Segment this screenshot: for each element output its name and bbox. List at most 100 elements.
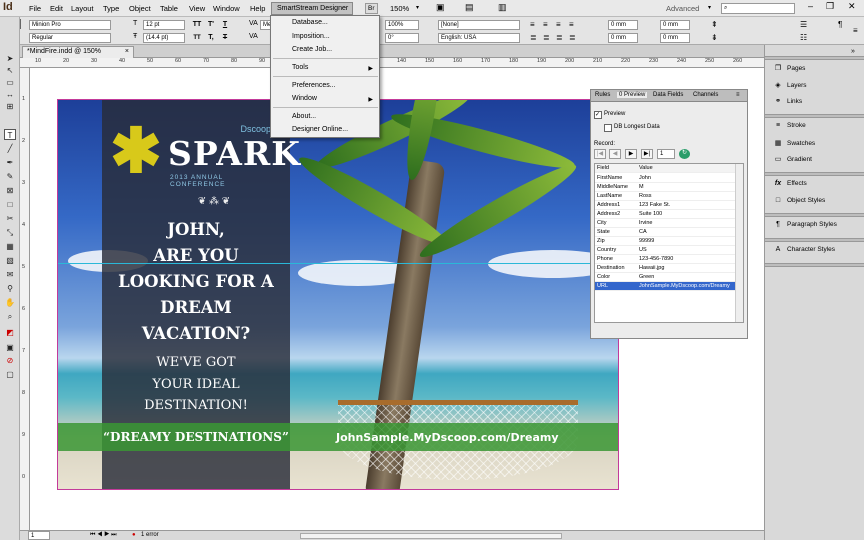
- tab-channels[interactable]: Channels: [693, 92, 718, 98]
- panel-effects[interactable]: fx Effects: [773, 180, 807, 192]
- menu-item-create-job[interactable]: Create Job...: [292, 46, 332, 53]
- pen-tool-icon[interactable]: ✒: [4, 157, 16, 168]
- panel-links[interactable]: ⚭ Links: [773, 97, 802, 109]
- strikethrough-button[interactable]: T: [220, 33, 230, 43]
- menu-item-preferences[interactable]: Preferences...: [292, 82, 336, 89]
- left-indent-field[interactable]: 0 mm: [608, 20, 638, 30]
- justify-center-icon[interactable]: ≣: [543, 33, 550, 42]
- menu-item-window[interactable]: Window: [292, 95, 317, 102]
- gap-tool-icon[interactable]: ↔: [4, 89, 16, 100]
- table-row[interactable]: Country US: [595, 246, 735, 255]
- menu-window[interactable]: Window: [213, 4, 240, 13]
- table-scrollbar[interactable]: [735, 164, 743, 322]
- table-row[interactable]: Color Green: [595, 273, 735, 282]
- tab-preview[interactable]: 0 Preview: [617, 92, 648, 98]
- table-row[interactable]: LastName Ross: [595, 192, 735, 201]
- close-icon[interactable]: ✕: [848, 1, 856, 12]
- rectangle-frame-tool-icon[interactable]: ⊠: [4, 185, 16, 196]
- close-tab-icon[interactable]: ×: [125, 48, 129, 55]
- page-spread[interactable]: ✱ Dscoop8 SPARK 2013 ANNUAL CONFERENCE ❦…: [57, 99, 619, 490]
- panel-gradient[interactable]: ▭ Gradient: [773, 155, 812, 167]
- eyedropper-tool-icon[interactable]: ⚲: [4, 283, 16, 294]
- space-after-icon[interactable]: ⇟: [711, 33, 718, 42]
- horizontal-scrollbar[interactable]: [300, 533, 562, 539]
- panel-stroke[interactable]: ≡ Stroke: [773, 122, 806, 134]
- menu-file[interactable]: File: [29, 4, 41, 13]
- menu-view[interactable]: View: [189, 4, 205, 13]
- type-tool-icon[interactable]: T: [4, 129, 16, 140]
- menu-edit[interactable]: Edit: [50, 4, 63, 13]
- justify-right-icon[interactable]: ≣: [556, 33, 563, 42]
- last-line-indent-field[interactable]: 0 mm: [660, 33, 690, 43]
- first-line-indent-field[interactable]: 0 mm: [608, 33, 638, 43]
- panel-object-styles[interactable]: □ Object Styles: [773, 197, 825, 209]
- table-row[interactable]: Phone 123-456-7890: [595, 255, 735, 264]
- character-style-field[interactable]: [None]: [438, 20, 520, 30]
- previous-record-icon[interactable]: ◀: [609, 149, 621, 159]
- vertical-ruler[interactable]: 1 2 3 4 5 6 7 8 9 0: [20, 68, 30, 530]
- minimize-icon[interactable]: –: [808, 1, 813, 11]
- arrange-documents-icon[interactable]: ▥: [498, 2, 507, 13]
- longest-data-checkbox[interactable]: [604, 124, 612, 132]
- content-collector-icon[interactable]: ⊞: [4, 101, 16, 112]
- menu-item-database[interactable]: Database...: [292, 19, 328, 26]
- menu-smartstream-designer[interactable]: SmartStream Designer: [271, 2, 353, 15]
- horizontal-ruler[interactable]: 10 20 30 40 50 60 70 80 90 100 110 120 1…: [20, 58, 764, 68]
- last-record-icon[interactable]: ▶|: [641, 149, 653, 159]
- panel-menu-icon[interactable]: ≡: [853, 26, 858, 35]
- search-input[interactable]: ⌕: [721, 3, 795, 14]
- tagline-text[interactable]: “DREAMY DESTINATIONS”: [102, 430, 290, 444]
- small-caps-button[interactable]: TT: [192, 33, 202, 43]
- line-tool-icon[interactable]: ╱: [4, 143, 16, 154]
- font-style-field[interactable]: Regular: [29, 33, 111, 43]
- refresh-icon[interactable]: ↻: [679, 149, 690, 159]
- page-number-field[interactable]: 1: [28, 531, 50, 540]
- menu-item-designer-online[interactable]: Designer Online...: [292, 126, 348, 133]
- subhead-text-frame[interactable]: WE'VE GOT YOUR IDEAL DESTINATION!: [102, 352, 290, 417]
- preview-checkbox[interactable]: ✓: [594, 111, 602, 119]
- horizontal-scale-field[interactable]: 100%: [385, 20, 419, 30]
- view-options-icon[interactable]: ▣: [436, 2, 445, 13]
- collapse-dock-icon[interactable]: »: [851, 48, 855, 55]
- numbering-icon[interactable]: ☷: [800, 33, 807, 42]
- next-record-icon[interactable]: ▶: [625, 149, 637, 159]
- table-row[interactable]: MiddleName M: [595, 183, 735, 192]
- hand-tool-icon[interactable]: ✋: [4, 297, 16, 308]
- menu-item-tools[interactable]: Tools: [292, 64, 308, 71]
- menu-item-imposition[interactable]: Imposition...: [292, 33, 330, 40]
- menu-object[interactable]: Object: [129, 4, 151, 13]
- table-row-selected[interactable]: URL JohnSample.MyDscoop.com/Dreamy: [595, 282, 735, 291]
- rectangle-tool-icon[interactable]: □: [4, 199, 16, 210]
- justify-all-icon[interactable]: ≣: [569, 33, 576, 42]
- gradient-swatch-tool-icon[interactable]: ▦: [4, 241, 16, 252]
- headline-text-frame[interactable]: JOHN, ARE YOU LOOKING FOR A DREAM VACATI…: [102, 217, 290, 347]
- note-tool-icon[interactable]: ✉: [4, 269, 16, 280]
- superscript-button[interactable]: T': [206, 20, 216, 30]
- skew-field[interactable]: 0°: [385, 33, 419, 43]
- font-family-field[interactable]: Minion Pro: [29, 20, 111, 30]
- first-record-icon[interactable]: |◀: [594, 149, 606, 159]
- error-count[interactable]: 1 error: [141, 532, 159, 538]
- panel-paragraph-styles[interactable]: ¶ Paragraph Styles: [773, 221, 837, 233]
- chevron-down-icon[interactable]: ▾: [416, 4, 419, 11]
- screen-mode-icon[interactable]: ▤: [465, 2, 474, 13]
- table-row[interactable]: Destination Hawaii.jpg: [595, 264, 735, 273]
- pencil-tool-icon[interactable]: ✎: [4, 171, 16, 182]
- scissors-tool-icon[interactable]: ✂: [4, 213, 16, 224]
- tab-data-fields[interactable]: Data Fields: [653, 92, 683, 98]
- underline-button[interactable]: T: [220, 20, 230, 30]
- menu-item-about[interactable]: About...: [292, 113, 316, 120]
- menu-table[interactable]: Table: [160, 4, 178, 13]
- subscript-button[interactable]: T,: [206, 33, 216, 43]
- spark-logo[interactable]: ✱ Dscoop8 SPARK 2013 ANNUAL CONFERENCE: [110, 120, 300, 190]
- table-row[interactable]: Address2 Suite 100: [595, 210, 735, 219]
- language-field[interactable]: English: USA: [438, 33, 520, 43]
- leading-field[interactable]: (14.4 pt): [143, 33, 185, 43]
- align-left-icon[interactable]: ≡: [530, 20, 535, 29]
- tab-rules[interactable]: Rules: [595, 92, 610, 98]
- panel-character-styles[interactable]: A Character Styles: [773, 246, 835, 258]
- table-row[interactable]: Zip 99999: [595, 237, 735, 246]
- menu-layout[interactable]: Layout: [71, 4, 94, 13]
- apply-none-icon[interactable]: ⊘: [4, 355, 16, 366]
- bullets-icon[interactable]: ☰: [800, 20, 807, 29]
